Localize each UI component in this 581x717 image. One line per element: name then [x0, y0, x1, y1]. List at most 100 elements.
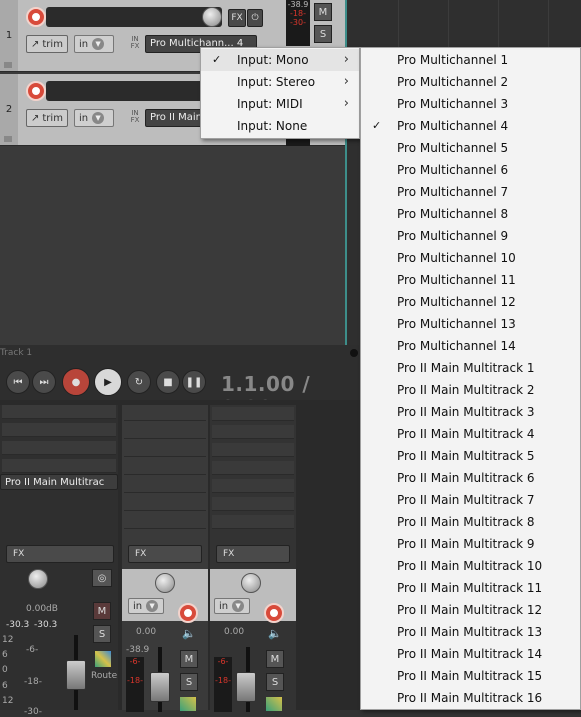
- menu-item-pro-multichannel-13[interactable]: Pro Multichannel 13: [361, 313, 580, 335]
- menu-item-pro-ii-main-multitrack-2[interactable]: Pro II Main Multitrack 2: [361, 379, 580, 401]
- strip-record-arm-button[interactable]: [264, 603, 284, 623]
- menu-item-label: Pro II Main Multitrack 1: [397, 361, 535, 375]
- menu-item-pro-multichannel-7[interactable]: Pro Multichannel 7: [361, 181, 580, 203]
- route-label[interactable]: Route: [91, 671, 117, 681]
- strip-fader[interactable]: [150, 672, 170, 702]
- mixer-strip-1[interactable]: FX in ▼ 0.00 🔈 -38.9 -6- -18- M S: [122, 405, 208, 712]
- track-name-field[interactable]: [46, 7, 222, 27]
- master-db: 0.00dB: [26, 604, 58, 614]
- master-solo-button[interactable]: S: [93, 625, 111, 643]
- menu-item-pro-ii-main-multitrack-14[interactable]: Pro II Main Multitrack 14: [361, 643, 580, 665]
- menu-item-pro-multichannel-1[interactable]: Pro Multichannel 1: [361, 49, 580, 71]
- input-monitor-button[interactable]: in ▼: [74, 35, 114, 53]
- pause-button[interactable]: ❚❚: [182, 370, 206, 394]
- menu-item-pro-ii-main-multitrack-9[interactable]: Pro II Main Multitrack 9: [361, 533, 580, 555]
- automation-mode-button[interactable]: ↗ trim: [26, 35, 68, 53]
- menu-item-pro-multichannel-9[interactable]: Pro Multichannel 9: [361, 225, 580, 247]
- repeat-button[interactable]: ↻: [127, 370, 151, 394]
- strip-meter: -6- -18-: [214, 657, 232, 712]
- master-fader[interactable]: [66, 660, 86, 690]
- record-arm-button[interactable]: [26, 7, 46, 27]
- menu-item-pro-ii-main-multitrack-4[interactable]: Pro II Main Multitrack 4: [361, 423, 580, 445]
- menu-item-input-mono[interactable]: ✓ Input: Mono ›: [201, 49, 359, 71]
- menu-item-pro-ii-main-multitrack-3[interactable]: Pro II Main Multitrack 3: [361, 401, 580, 423]
- route-icon[interactable]: [266, 697, 282, 711]
- master-input-label[interactable]: Pro II Main Multitrac: [0, 474, 118, 490]
- menu-item-pro-ii-main-multitrack-6[interactable]: Pro II Main Multitrack 6: [361, 467, 580, 489]
- menu-item-pro-ii-main-multitrack-11[interactable]: Pro II Main Multitrack 11: [361, 577, 580, 599]
- solo-button[interactable]: S: [314, 25, 332, 43]
- stop-button[interactable]: ■: [156, 370, 180, 394]
- strip-solo-button[interactable]: S: [180, 673, 198, 691]
- menu-item-pro-multichannel-3[interactable]: Pro Multichannel 3: [361, 93, 580, 115]
- scale-mark: -18-: [24, 677, 42, 687]
- menu-item-pro-multichannel-2[interactable]: Pro Multichannel 2: [361, 71, 580, 93]
- folder-icon[interactable]: [4, 62, 12, 68]
- menu-item-pro-ii-main-multitrack-12[interactable]: Pro II Main Multitrack 12: [361, 599, 580, 621]
- strip-mute-button[interactable]: M: [266, 650, 284, 668]
- strip-record-arm-button[interactable]: [178, 603, 198, 623]
- menu-item-pro-ii-main-multitrack-10[interactable]: Pro II Main Multitrack 10: [361, 555, 580, 577]
- strip-fx-button[interactable]: FX: [216, 545, 290, 563]
- speaker-icon[interactable]: 🔈: [268, 627, 282, 640]
- mute-button[interactable]: M: [314, 3, 332, 21]
- volume-knob[interactable]: [202, 7, 222, 27]
- menu-item-label: Input: MIDI: [237, 97, 303, 111]
- menu-item-pro-multichannel-8[interactable]: Pro Multichannel 8: [361, 203, 580, 225]
- menu-item-label: Pro Multichannel 6: [397, 163, 509, 177]
- strip-mute-button[interactable]: M: [180, 650, 198, 668]
- track-meter: -38.9 -18- -30-: [286, 0, 310, 46]
- in-fx-label[interactable]: IN FX: [128, 36, 142, 50]
- menu-item-pro-multichannel-10[interactable]: Pro Multichannel 10: [361, 247, 580, 269]
- track-name-field[interactable]: [46, 81, 222, 101]
- meter-scale-low: -30-: [290, 18, 306, 27]
- input-monitor-button[interactable]: in ▼: [74, 109, 114, 127]
- play-button[interactable]: ▶: [94, 368, 122, 396]
- stereo-icon[interactable]: ◎: [92, 569, 112, 587]
- route-icon[interactable]: [95, 651, 111, 667]
- menu-item-pro-multichannel-14[interactable]: Pro Multichannel 14: [361, 335, 580, 357]
- go-to-start-button[interactable]: ⏮: [6, 370, 30, 394]
- menu-item-pro-multichannel-5[interactable]: Pro Multichannel 5: [361, 137, 580, 159]
- fx-button[interactable]: FX: [228, 9, 246, 27]
- checkmark-icon: ✓: [212, 53, 222, 66]
- strip-input-monitor[interactable]: in ▼: [128, 598, 164, 614]
- master-fx-button[interactable]: FX: [6, 545, 114, 563]
- menu-item-pro-ii-main-multitrack-1[interactable]: Pro II Main Multitrack 1: [361, 357, 580, 379]
- fx-bypass-icon[interactable]: ⏻: [247, 9, 263, 27]
- speaker-icon[interactable]: 🔈: [182, 627, 196, 640]
- menu-item-pro-ii-main-multitrack-15[interactable]: Pro II Main Multitrack 15: [361, 665, 580, 687]
- master-mute-button[interactable]: M: [93, 602, 111, 620]
- menu-item-pro-ii-main-multitrack-13[interactable]: Pro II Main Multitrack 13: [361, 621, 580, 643]
- menu-item-pro-ii-main-multitrack-16[interactable]: Pro II Main Multitrack 16: [361, 687, 580, 709]
- meter-peak: -38.9: [287, 0, 309, 9]
- route-icon[interactable]: [180, 697, 196, 711]
- strip-input-monitor[interactable]: in ▼: [214, 598, 250, 614]
- menu-item-input-none[interactable]: Input: None: [201, 115, 359, 137]
- automation-mode-button[interactable]: ↗ trim: [26, 109, 68, 127]
- menu-item-pro-multichannel-4[interactable]: ✓ Pro Multichannel 4: [361, 115, 580, 137]
- in-fx-label[interactable]: IN FX: [128, 110, 142, 124]
- master-pan-knob[interactable]: [28, 569, 48, 589]
- folder-icon[interactable]: [4, 136, 12, 142]
- menu-item-pro-ii-main-multitrack-8[interactable]: Pro II Main Multitrack 8: [361, 511, 580, 533]
- menu-item-pro-multichannel-12[interactable]: Pro Multichannel 12: [361, 291, 580, 313]
- strip-solo-button[interactable]: S: [266, 673, 284, 691]
- menu-item-input-stereo[interactable]: Input: Stereo ›: [201, 71, 359, 93]
- menu-item-pro-ii-main-multitrack-5[interactable]: Pro II Main Multitrack 5: [361, 445, 580, 467]
- menu-item-input-midi[interactable]: Input: MIDI ›: [201, 93, 359, 115]
- menu-item-pro-ii-main-multitrack-7[interactable]: Pro II Main Multitrack 7: [361, 489, 580, 511]
- dock-toggle-icon[interactable]: [350, 349, 358, 357]
- strip-pan-knob[interactable]: [155, 573, 175, 593]
- menu-item-pro-multichannel-11[interactable]: Pro Multichannel 11: [361, 269, 580, 291]
- record-arm-button[interactable]: [26, 81, 46, 101]
- strip-meter: -6- -18-: [126, 657, 144, 712]
- strip-fader[interactable]: [236, 672, 256, 702]
- record-button[interactable]: ●: [62, 368, 90, 396]
- strip-pan-knob[interactable]: [241, 573, 261, 593]
- mixer-strip-2[interactable]: FX in ▼ 0.00 🔈 -6- -18- M S: [210, 405, 296, 712]
- go-to-end-button[interactable]: ⏭: [32, 370, 56, 394]
- strip-fx-button[interactable]: FX: [128, 545, 202, 563]
- master-peak-left: -30.3: [6, 620, 30, 630]
- menu-item-pro-multichannel-6[interactable]: Pro Multichannel 6: [361, 159, 580, 181]
